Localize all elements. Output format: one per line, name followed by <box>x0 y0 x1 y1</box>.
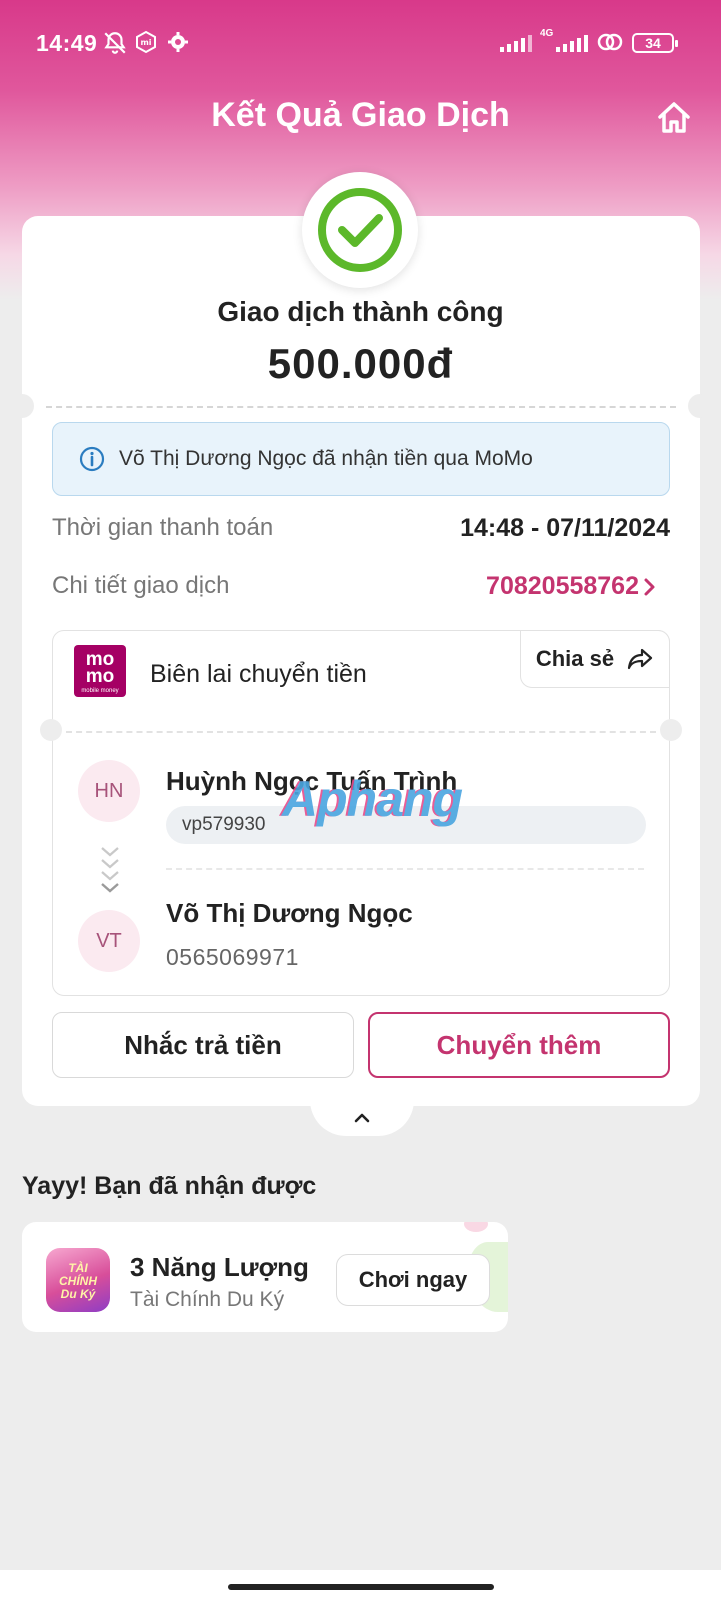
info-banner: Võ Thị Dương Ngọc đã nhận tiền qua MoMo <box>52 422 670 496</box>
transaction-id-link[interactable]: 70820558762 <box>486 572 639 601</box>
divider <box>46 406 676 408</box>
sender-avatar: HN <box>78 760 140 822</box>
receipt-notch-left <box>40 719 62 741</box>
momo-logo: mo mo mobile money <box>74 645 126 697</box>
reward-decoration-2 <box>464 1222 488 1232</box>
svg-text:mi: mi <box>140 38 151 47</box>
share-button[interactable]: Chia sẻ <box>520 630 670 688</box>
game-icon-text-1: TÀI <box>68 1261 88 1275</box>
card-notch-right <box>688 394 712 418</box>
home-indicator[interactable] <box>228 1584 494 1590</box>
card-notch-left <box>10 394 34 418</box>
home-icon[interactable] <box>654 98 694 138</box>
transfer-direction-icon <box>101 847 119 893</box>
link-icon <box>597 33 623 51</box>
watermark-logo: Aphang <box>282 771 463 827</box>
mi-app-icon: mi <box>136 30 156 54</box>
info-icon <box>79 446 105 472</box>
momo-logo-bottom: mo <box>85 666 115 687</box>
collapse-button[interactable] <box>310 1100 414 1136</box>
transfer-more-button[interactable]: Chuyển thêm <box>368 1012 670 1078</box>
chevron-right-icon[interactable] <box>642 577 658 597</box>
share-label: Chia sẻ <box>535 646 615 671</box>
success-check-icon <box>318 188 402 272</box>
game-app-icon: TÀI CHÍNH Du Ký <box>46 1248 110 1312</box>
bell-muted-icon <box>104 32 126 54</box>
receipt-title: Biên lai chuyển tiền <box>150 660 367 688</box>
remind-payment-button[interactable]: Nhắc trả tiền <box>52 1012 354 1078</box>
share-arrow-icon <box>628 648 653 670</box>
network-type: 4G <box>540 28 554 39</box>
signal-icon-2 <box>556 32 588 52</box>
gear-icon <box>168 32 188 52</box>
party-divider <box>166 868 644 870</box>
momo-logo-sub: mobile money <box>81 688 119 694</box>
game-icon-text-3: Du Ký <box>60 1287 96 1301</box>
receiver-name: Võ Thị Dương Ngọc <box>166 898 413 928</box>
reward-name: 3 Năng Lượng <box>130 1252 309 1282</box>
transaction-status: Giao dịch thành công <box>217 296 504 327</box>
play-now-button[interactable]: Chơi ngay <box>336 1254 490 1306</box>
rewards-section-title: Yayy! Bạn đã nhận được <box>22 1172 317 1200</box>
chevron-up-icon <box>354 1113 370 1123</box>
success-badge <box>302 172 418 288</box>
transaction-detail-label: Chi tiết giao dịch <box>52 572 230 599</box>
receiver-avatar: VT <box>78 910 140 972</box>
receipt-divider <box>66 731 656 733</box>
status-time: 14:49 <box>36 30 98 56</box>
status-bar: 14:49 mi 4G 34 <box>0 0 721 90</box>
page-title: Kết Quả Giao Dịch <box>211 96 510 134</box>
transaction-amount: 500.000đ <box>267 340 454 387</box>
payment-time-value: 14:48 - 07/11/2024 <box>460 514 670 542</box>
battery-icon: 34 <box>632 33 678 53</box>
signal-icon <box>500 32 532 52</box>
receiver-phone: 0565069971 <box>166 944 299 970</box>
info-banner-text: Võ Thị Dương Ngọc đã nhận tiền qua MoMo <box>119 447 533 470</box>
receipt-notch-right <box>660 719 682 741</box>
reward-subtitle: Tài Chính Du Ký <box>130 1288 285 1311</box>
game-icon-text-2: CHÍNH <box>59 1274 97 1288</box>
payment-time-label: Thời gian thanh toán <box>52 514 274 541</box>
